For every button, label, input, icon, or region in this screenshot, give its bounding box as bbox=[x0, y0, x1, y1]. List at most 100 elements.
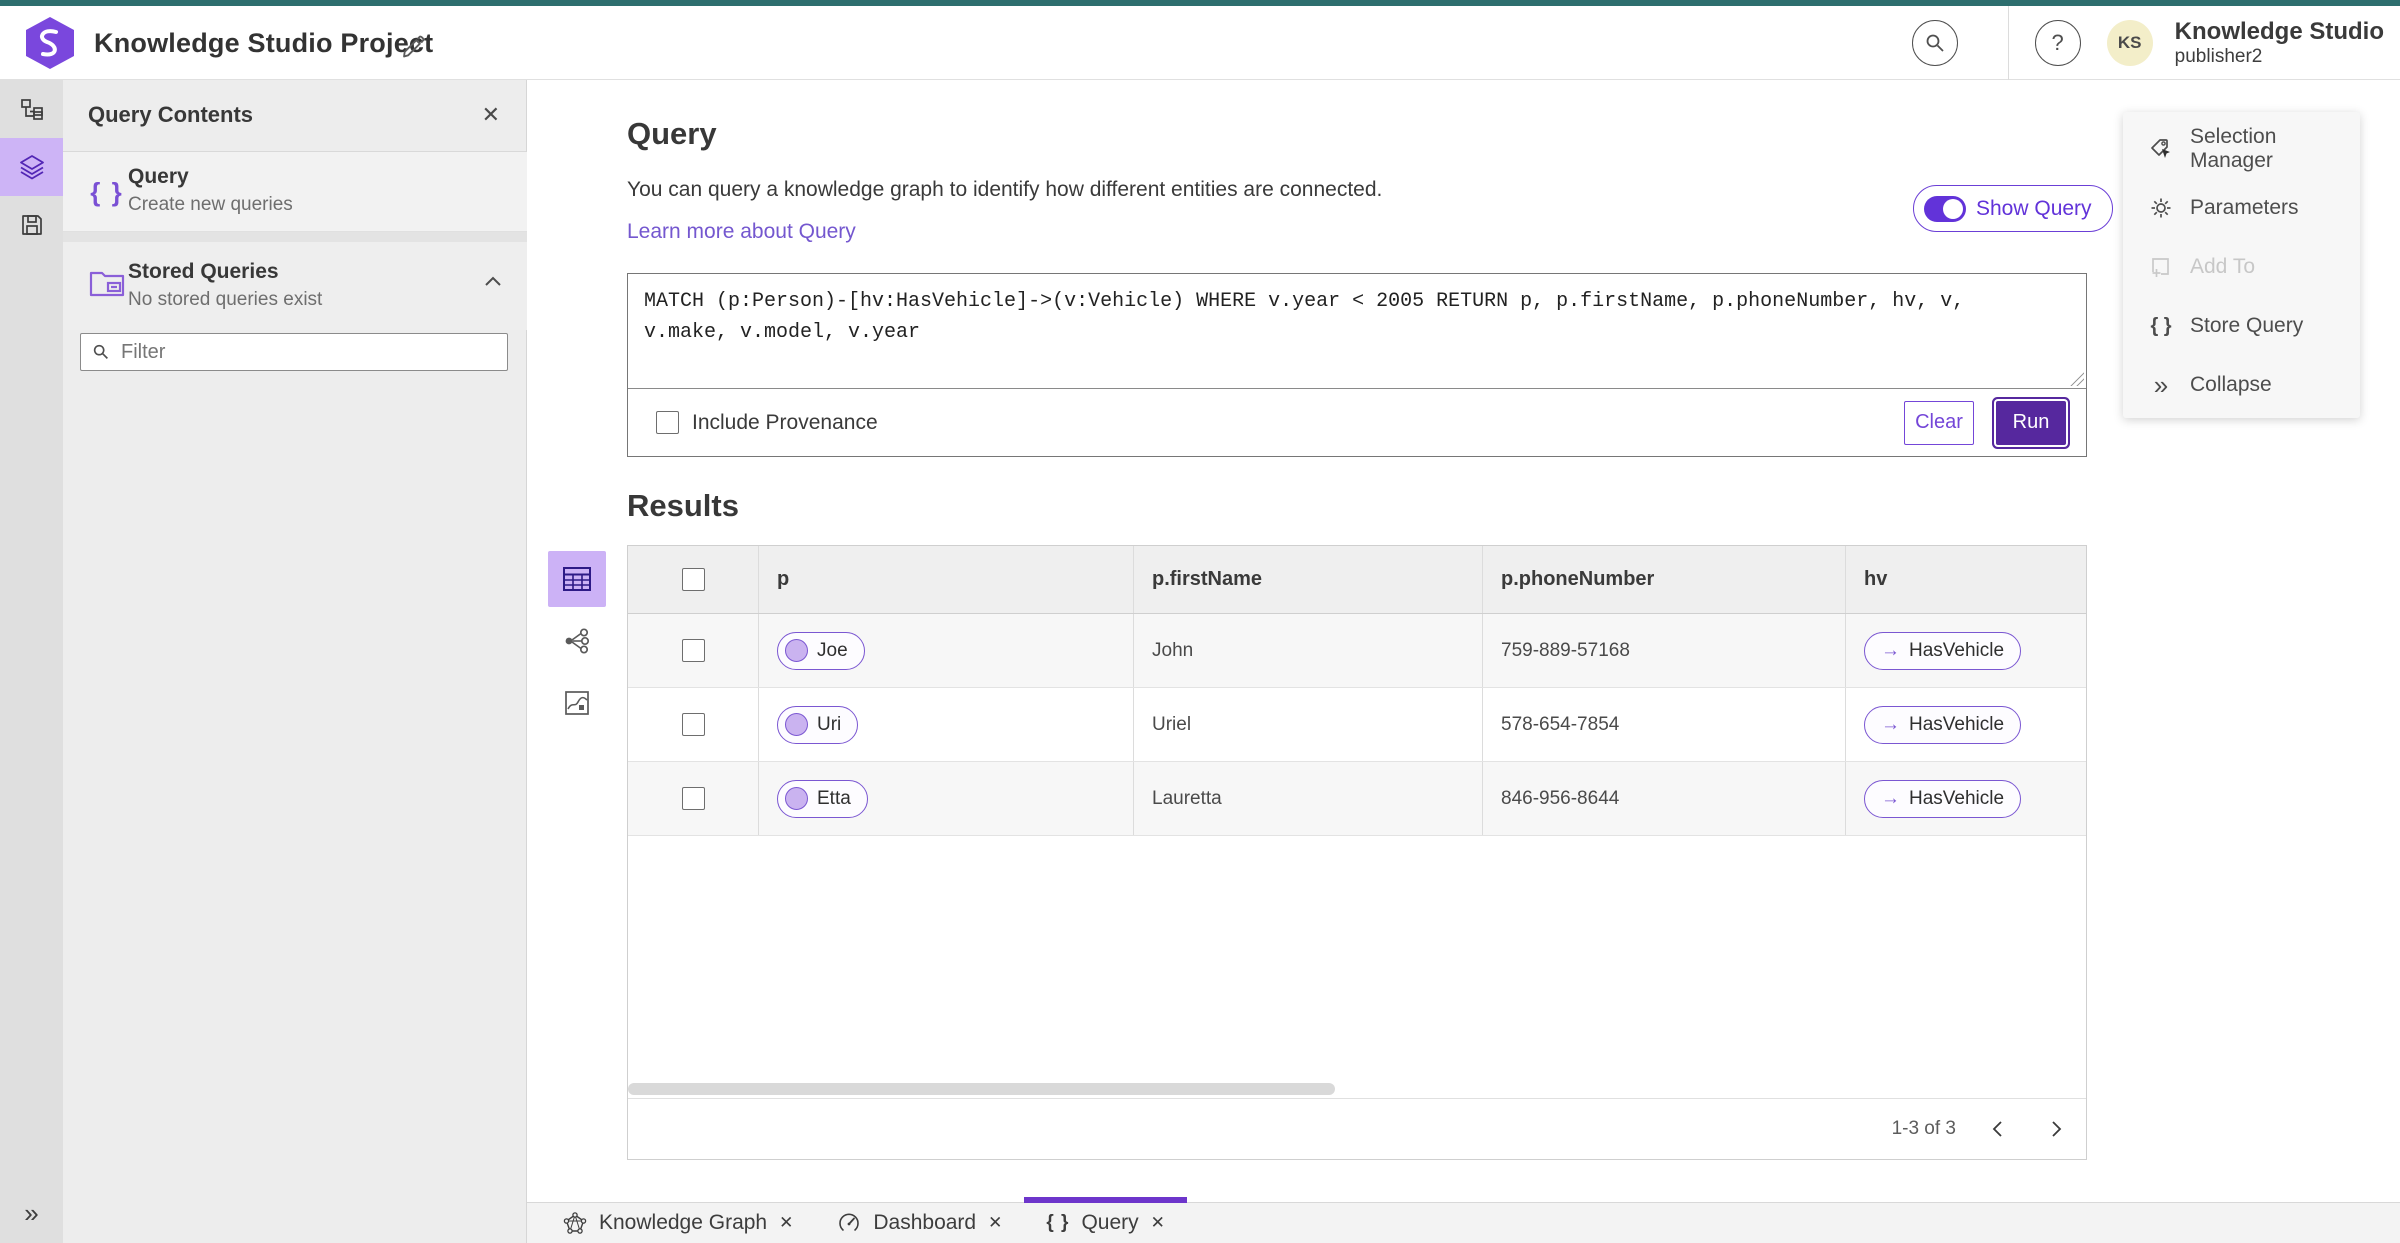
sidebar-item-stored-queries[interactable]: Stored Queries No stored queries exist bbox=[63, 242, 527, 330]
query-description: You can query a knowledge graph to ident… bbox=[627, 178, 1383, 201]
search-icon bbox=[1923, 31, 1947, 55]
column-header-firstname: p.firstName bbox=[1134, 546, 1483, 613]
rail-layers-button[interactable] bbox=[0, 138, 63, 196]
resize-handle[interactable] bbox=[2070, 372, 2084, 386]
panel-close-button[interactable]: ✕ bbox=[482, 102, 500, 128]
run-button[interactable]: Run bbox=[1996, 400, 2066, 445]
edge-pill[interactable]: → HasVehicle bbox=[1864, 705, 2022, 744]
query-contents-panel: Query Contents ✕ { } Query Create new qu… bbox=[63, 80, 527, 1243]
arrow-right-icon: → bbox=[1881, 713, 1900, 735]
chevron-right-icon bbox=[2052, 1121, 2062, 1137]
close-icon: ✕ bbox=[481, 102, 500, 127]
braces-icon: { } bbox=[1046, 1212, 1070, 1233]
sidebar-item-query[interactable]: { } Query Create new queries bbox=[63, 152, 527, 232]
tab-knowledge-graph[interactable]: Knowledge Graph ✕ bbox=[541, 1203, 815, 1243]
edge-pill[interactable]: → HasVehicle bbox=[1864, 631, 2022, 670]
store-query-button[interactable]: { } Store Query bbox=[2123, 309, 2360, 343]
edge-label: HasVehicle bbox=[1909, 787, 2005, 809]
user-info: Knowledge Studio publisher2 bbox=[2175, 18, 2384, 67]
table-row: Uri Uriel 578-654-7854 → HasVehicle bbox=[628, 688, 2086, 762]
next-page-button[interactable] bbox=[2040, 1113, 2072, 1145]
learn-more-link[interactable]: Learn more about Query bbox=[627, 220, 856, 244]
header-right-cluster: ? KS Knowledge Studio publisher2 bbox=[1911, 6, 2400, 80]
dashboard-gauge-icon bbox=[837, 1211, 861, 1235]
add-to-button: Add To bbox=[2123, 250, 2360, 284]
toggle-switch-on bbox=[1924, 195, 1966, 222]
folder-icon-wrap bbox=[85, 258, 129, 306]
column-header-phonenumber: p.phoneNumber bbox=[1483, 546, 1846, 613]
cell-firstname: Uriel bbox=[1134, 688, 1483, 761]
tab-query[interactable]: { } Query ✕ bbox=[1024, 1196, 1187, 1243]
save-icon bbox=[19, 212, 45, 238]
add-to-icon bbox=[2149, 255, 2173, 279]
query-textarea[interactable]: MATCH (p:Person)-[hv:HasVehicle]->(v:Veh… bbox=[628, 274, 2086, 389]
edge-label: HasVehicle bbox=[1909, 713, 2005, 735]
gear-icon bbox=[2149, 196, 2173, 220]
rail-lineage-button[interactable] bbox=[0, 80, 63, 138]
edge-label: HasVehicle bbox=[1909, 639, 2005, 661]
braces-icon: { } bbox=[2150, 314, 2172, 337]
parameters-button[interactable]: Parameters bbox=[2123, 191, 2360, 225]
panel-section-spacer bbox=[63, 232, 527, 242]
cell-firstname: John bbox=[1134, 614, 1483, 687]
query-editor-footer: Include Provenance Clear Run bbox=[628, 389, 2086, 456]
panel-header: Query Contents ✕ bbox=[63, 80, 526, 152]
pagination-bar: 1-3 of 3 bbox=[628, 1098, 2086, 1159]
filter-search-icon bbox=[91, 342, 111, 362]
node-circle-icon bbox=[785, 713, 808, 736]
collapse-panel-button[interactable]: » Collapse bbox=[2123, 368, 2360, 402]
braces-icon-wrap: { } bbox=[85, 168, 129, 216]
horizontal-scrollbar-thumb[interactable] bbox=[628, 1083, 1335, 1095]
show-query-toggle[interactable]: Show Query bbox=[1913, 185, 2113, 232]
hierarchy-icon bbox=[19, 96, 45, 122]
help-button[interactable]: ? bbox=[2034, 20, 2081, 66]
tab-dashboard[interactable]: Dashboard ✕ bbox=[815, 1203, 1024, 1243]
row-checkbox[interactable] bbox=[681, 787, 705, 810]
map-view-button[interactable] bbox=[548, 675, 606, 731]
select-all-checkbox[interactable] bbox=[681, 568, 705, 591]
close-tab-icon[interactable]: ✕ bbox=[1151, 1213, 1165, 1233]
rail-save-button[interactable] bbox=[0, 196, 63, 254]
table-row: Joe John 759-889-57168 → HasVehicle bbox=[628, 614, 2086, 688]
expand-panel-button[interactable]: » bbox=[0, 1193, 63, 1233]
close-tab-icon[interactable]: ✕ bbox=[988, 1213, 1002, 1233]
selection-manager-button[interactable]: Selection Manager bbox=[2123, 125, 2360, 172]
network-share-icon bbox=[563, 627, 591, 655]
query-text: MATCH (p:Person)-[hv:HasVehicle]->(v:Veh… bbox=[644, 290, 1965, 344]
previous-page-button[interactable] bbox=[1982, 1113, 2014, 1145]
show-query-label: Show Query bbox=[1976, 196, 2092, 220]
filter-field[interactable] bbox=[80, 333, 508, 371]
table-view-button[interactable] bbox=[548, 551, 606, 607]
app-header: Knowledge Studio Project ? KS Knowledge … bbox=[0, 6, 2400, 80]
graph-view-button[interactable] bbox=[548, 613, 606, 669]
cell-firstname: Lauretta bbox=[1134, 762, 1483, 835]
sidebar-item-description: Create new queries bbox=[128, 194, 293, 215]
stored-queries-folder-icon bbox=[88, 265, 126, 299]
cell-phonenumber: 846-956-8644 bbox=[1483, 762, 1846, 835]
person-node-pill[interactable]: Etta bbox=[777, 779, 868, 818]
sidebar-item-label: Stored Queries bbox=[128, 260, 279, 283]
help-icon: ? bbox=[2051, 30, 2064, 55]
cell-phonenumber: 759-889-57168 bbox=[1483, 614, 1846, 687]
node-circle-icon bbox=[785, 787, 808, 810]
collapse-section-button[interactable] bbox=[483, 274, 503, 288]
row-checkbox[interactable] bbox=[681, 639, 705, 662]
edge-pill[interactable]: → HasVehicle bbox=[1864, 779, 2022, 818]
app-logo-icon[interactable] bbox=[26, 17, 74, 69]
logo-swirl-icon bbox=[40, 29, 58, 57]
panel-title: Query Contents bbox=[88, 102, 254, 127]
edit-title-button[interactable] bbox=[400, 30, 432, 62]
pencil-icon bbox=[400, 32, 432, 60]
person-node-pill[interactable]: Joe bbox=[777, 631, 865, 670]
clear-button[interactable]: Clear bbox=[1904, 400, 1974, 445]
row-checkbox[interactable] bbox=[681, 713, 705, 736]
include-provenance-checkbox[interactable] bbox=[656, 411, 679, 434]
avatar[interactable]: KS bbox=[2106, 20, 2153, 66]
close-tab-icon[interactable]: ✕ bbox=[779, 1213, 793, 1233]
person-node-pill[interactable]: Uri bbox=[777, 705, 859, 744]
include-provenance-label: Include Provenance bbox=[692, 410, 878, 434]
node-label: Joe bbox=[817, 639, 848, 661]
search-button[interactable] bbox=[1911, 20, 1958, 66]
user-name: Knowledge Studio bbox=[2174, 18, 2384, 46]
filter-input[interactable] bbox=[121, 340, 497, 364]
